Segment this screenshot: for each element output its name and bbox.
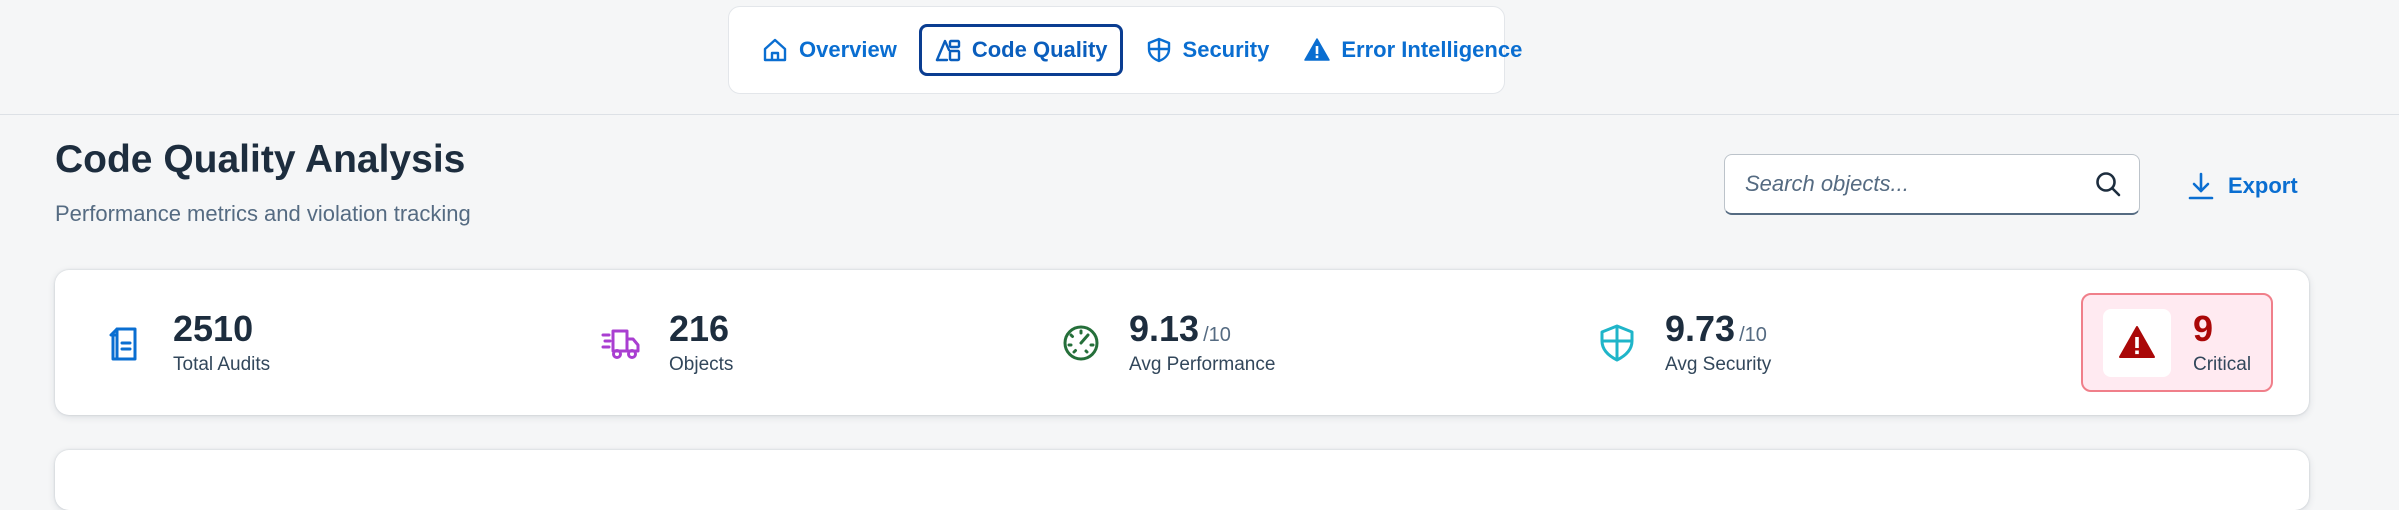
tab-label: Security <box>1182 37 1270 62</box>
search-input[interactable] <box>1743 170 2093 198</box>
tab-label: Overview <box>799 37 897 62</box>
kpi-label: Critical <box>2193 353 2252 375</box>
kpi-objects: 216 Objects <box>599 270 733 415</box>
kpi-total-audits: 2510 Total Audits <box>103 270 270 415</box>
tab-label: Error Intelligence <box>1341 37 1523 62</box>
kpi-label: Avg Performance <box>1129 353 1276 375</box>
warning-icon <box>1303 36 1331 64</box>
kpi-value: 9.73 <box>1665 307 1736 349</box>
speedometer-icon <box>1059 321 1103 365</box>
kpi-avg-performance: 9.13 /10 Avg Performance <box>1059 270 1275 415</box>
export-button[interactable]: Export <box>2186 166 2298 206</box>
critical-icon-box <box>2103 308 2171 377</box>
shield-icon <box>1145 36 1173 64</box>
kpi-value: 2510 <box>173 307 254 349</box>
kpi-summary-card: 2510 Total Audits 216 Objects 9.13 /10 A… <box>55 270 2309 415</box>
tab-bar: Overview Code Quality Security Error Int… <box>728 6 1522 94</box>
kpi-avg-security: 9.73 /10 Avg Security <box>1595 270 1771 415</box>
search-field[interactable] <box>1724 154 2140 215</box>
kpi-suffix: /10 <box>1203 323 1231 346</box>
top-bar: Overview Code Quality Security Error Int… <box>0 0 2399 115</box>
kpi-label: Objects <box>669 353 734 375</box>
download-icon <box>2186 171 2216 201</box>
kpi-value: 9 <box>2193 307 2214 349</box>
warning-icon <box>2119 325 2155 358</box>
tab-label: Code Quality <box>971 37 1108 62</box>
search-icon[interactable] <box>2093 169 2123 199</box>
code-quality-icon <box>934 36 962 64</box>
kpi-value: 216 <box>669 307 730 349</box>
kpi-value: 9.13 <box>1129 307 1200 349</box>
tab-overview[interactable]: Overview <box>749 24 909 76</box>
tab-security[interactable]: Security <box>1133 24 1282 76</box>
shield-icon <box>1595 321 1639 365</box>
kpi-label: Avg Security <box>1665 353 1772 375</box>
page-title: Code Quality Analysis <box>55 138 466 181</box>
tab-error-intelligence[interactable]: Error Intelligence <box>1291 24 1534 76</box>
delivery-truck-icon <box>599 321 643 365</box>
kpi-critical[interactable]: 9 Critical <box>2081 293 2273 392</box>
tab-code-quality[interactable]: Code Quality <box>918 24 1123 76</box>
page-subtitle: Performance metrics and violation tracki… <box>55 201 471 226</box>
document-icon <box>103 321 147 365</box>
export-label: Export <box>2228 173 2298 198</box>
kpi-suffix: /10 <box>1739 323 1767 346</box>
content-card <box>55 450 2309 510</box>
kpi-label: Total Audits <box>173 353 271 375</box>
home-icon <box>761 36 789 64</box>
